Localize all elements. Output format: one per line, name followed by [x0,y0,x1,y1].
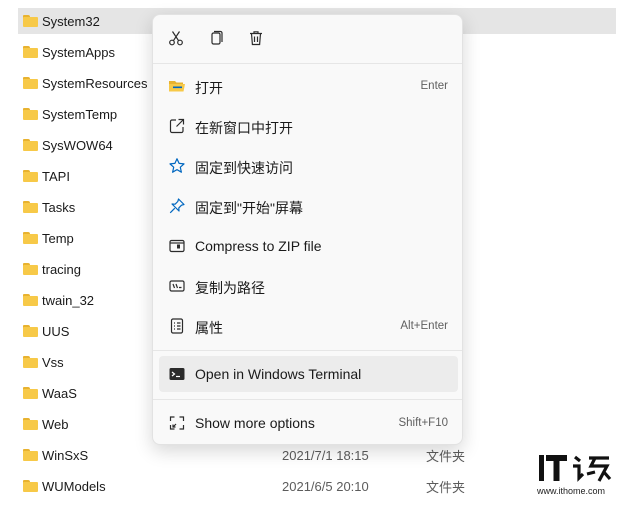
file-name: TAPI [42,168,70,184]
file-name: WinSxS [42,447,89,463]
folder-icon [23,15,38,27]
folder-icon [23,480,38,492]
menu-separator [153,63,462,64]
file-name: WaaS [42,385,77,401]
file-name: SystemResources [42,75,148,91]
menu-item-label: 固定到"开始"屏幕 [195,200,303,216]
open-new-window-icon [168,117,186,135]
pin-icon [168,197,186,215]
folder-icon [23,418,38,430]
menu-item-label: 属性 [195,320,223,336]
file-name: WUModels [42,478,106,494]
ithome-watermark: www.ithome.com [537,452,617,500]
file-type: 文件夹 [426,448,466,464]
file-row[interactable]: WUModels 2021/6/5 20:10 文件夹 [18,473,616,499]
cut-icon [169,31,183,46]
folder-icon [23,325,38,337]
zip-icon [168,237,186,255]
menu-item-copy-path[interactable]: 复制为路径 [159,268,458,304]
properties-icon [168,317,186,335]
folder-icon [23,170,38,182]
star-icon [168,157,186,175]
terminal-icon [168,365,186,383]
menu-item-show-more-options[interactable]: Show more options Shift+F10 [159,405,458,441]
menu-item-shortcut: Shift+F10 [398,417,448,429]
menu-item-label: Compress to ZIP file [195,238,322,254]
file-name: Vss [42,354,64,370]
menu-item-label: 在新窗口中打开 [195,120,293,136]
folder-open-icon [168,77,186,95]
watermark-url: www.ithome.com [537,486,606,496]
file-date: 2021/7/1 18:15 [282,447,369,463]
file-name: tracing [42,261,82,277]
folder-icon [23,356,38,368]
file-name: SysWOW64 [42,137,113,153]
file-row[interactable]: WinSxS 2021/7/1 18:15 文件夹 [18,442,616,468]
context-menu: 打开 Enter 在新窗口中打开 固定到快速访问 固定到"开始"屏幕 Compr… [152,14,463,445]
folder-icon [23,201,38,213]
copy-icon [211,30,223,45]
menu-item-open[interactable]: 打开 Enter [159,68,458,104]
file-type: 文件夹 [426,479,466,495]
menu-separator [153,350,462,351]
file-name: twain_32 [42,292,95,308]
file-name: Web [42,416,69,432]
more-options-icon [168,414,186,432]
menu-item-open-terminal[interactable]: Open in Windows Terminal [159,356,458,392]
folder-icon [23,387,38,399]
file-name: SystemApps [42,44,115,60]
menu-item-label: 打开 [195,80,223,96]
folder-icon [23,294,38,306]
file-name: System32 [42,13,100,29]
copy-button[interactable] [203,25,229,51]
menu-item-compress-zip[interactable]: Compress to ZIP file [159,228,458,264]
folder-icon [23,232,38,244]
menu-item-properties[interactable]: 属性 Alt+Enter [159,308,458,344]
file-name: Tasks [42,199,76,215]
delete-icon [250,31,262,46]
menu-item-open-new-window[interactable]: 在新窗口中打开 [159,108,458,144]
folder-icon [23,108,38,120]
menu-item-label: Show more options [195,415,315,431]
folder-icon [23,139,38,151]
quick-action-bar [153,15,462,61]
folder-icon [23,449,38,461]
delete-button[interactable] [243,25,269,51]
menu-item-label: 复制为路径 [195,280,265,296]
folder-icon [23,77,38,89]
ithome-logo [539,455,612,482]
copy-path-icon [168,277,186,295]
folder-icon [23,46,38,58]
file-name: Temp [42,230,74,246]
menu-item-shortcut: Alt+Enter [400,320,448,332]
file-name: UUS [42,323,70,339]
folder-icon [23,263,38,275]
menu-item-label: 固定到快速访问 [195,160,293,176]
file-date: 2021/6/5 20:10 [282,478,369,494]
menu-item-pin-quick-access[interactable]: 固定到快速访问 [159,148,458,184]
menu-separator [153,399,462,400]
menu-item-label: Open in Windows Terminal [195,366,362,382]
file-name: SystemTemp [42,106,118,122]
menu-item-shortcut: Enter [420,80,449,92]
cut-button[interactable] [163,25,189,51]
menu-item-pin-start[interactable]: 固定到"开始"屏幕 [159,188,458,224]
